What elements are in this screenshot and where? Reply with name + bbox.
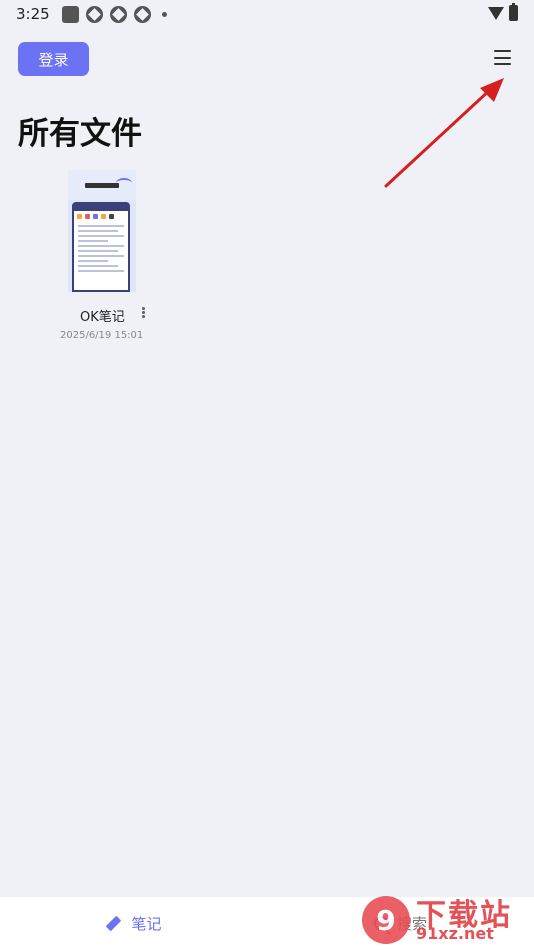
pen-icon: [105, 915, 123, 933]
hamburger-menu-icon[interactable]: [494, 50, 511, 65]
wifi-icon: [488, 6, 504, 20]
status-bar: 3:25: [0, 0, 534, 28]
annotation-arrow: [384, 78, 504, 188]
shield-icon: [109, 5, 127, 23]
watermark-url: 91xz.net: [416, 924, 494, 943]
page-title: 所有文件: [18, 116, 142, 152]
more-options-icon[interactable]: [142, 307, 146, 319]
system-indicators: [488, 3, 518, 21]
app-square-icon: [61, 5, 79, 23]
battery-icon: [509, 3, 518, 21]
file-name[interactable]: OK笔记: [80, 306, 125, 325]
login-button[interactable]: 登录: [18, 42, 89, 76]
nav-notes-tab[interactable]: 笔记: [0, 897, 267, 950]
status-icons: [61, 5, 167, 23]
watermark: 9 下载站 91xz.net: [362, 890, 534, 950]
file-date: 2025/6/19 15:01: [60, 330, 144, 341]
file-thumbnail[interactable]: [68, 170, 136, 292]
shield-icon: [133, 5, 151, 23]
watermark-logo: 9: [362, 896, 410, 944]
status-time: 3:25: [16, 5, 50, 23]
nav-notes-label: 笔记: [131, 915, 162, 933]
shield-icon: [85, 5, 103, 23]
notification-dot-icon: [161, 11, 167, 17]
